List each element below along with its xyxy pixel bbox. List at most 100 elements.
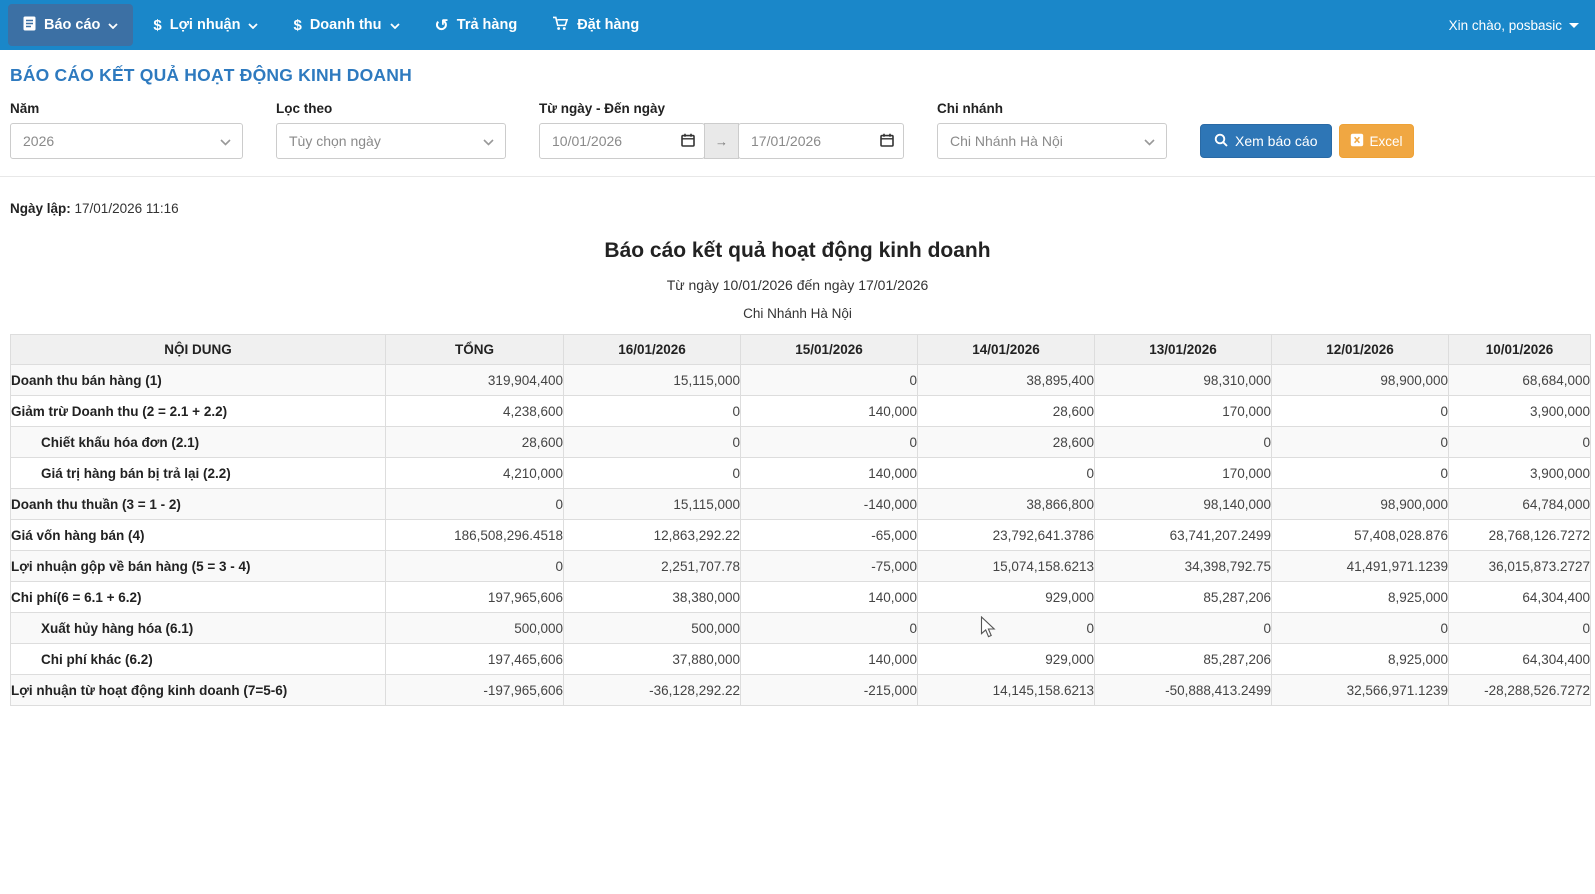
cell-value: 0 xyxy=(741,365,918,396)
cell-value: 0 xyxy=(1095,427,1272,458)
cell-value: 170,000 xyxy=(1095,396,1272,427)
year-label: Năm xyxy=(10,101,243,116)
column-header: 13/01/2026 xyxy=(1095,335,1272,365)
nav-item-label: Lợi nhuận xyxy=(170,17,241,33)
year-select-value: 2026 xyxy=(23,133,54,149)
table-row: Doanh thu thuần (3 = 1 - 2)015,115,000-1… xyxy=(11,489,1591,520)
cell-value: 0 xyxy=(918,613,1095,644)
caret-down-icon xyxy=(1569,23,1579,28)
row-label: Chi phí(6 = 6.1 + 6.2) xyxy=(11,582,386,613)
created-at-label: Ngày lập: xyxy=(10,201,71,216)
cell-value: 3,900,000 xyxy=(1449,458,1591,489)
navbar: Báo cáo $ Lợi nhuận $ Doanh thu ↺ Trả hà… xyxy=(0,0,1595,50)
from-date-input[interactable]: 10/01/2026 xyxy=(539,123,705,159)
user-menu[interactable]: Xin chào, posbasic xyxy=(1449,18,1579,33)
cell-value: -28,288,526.7272 xyxy=(1449,675,1591,706)
cell-value: 140,000 xyxy=(741,458,918,489)
column-header: NỘI DUNG xyxy=(11,335,386,365)
dollar-icon: $ xyxy=(153,18,161,33)
cell-value: 38,380,000 xyxy=(564,582,741,613)
cell-value: 3,900,000 xyxy=(1449,396,1591,427)
branch-label: Chi nhánh xyxy=(937,101,1167,116)
cell-value: 0 xyxy=(1449,427,1591,458)
table-row: Giá trị hàng bán bị trả lại (2.2)4,210,0… xyxy=(11,458,1591,489)
table-row: Doanh thu bán hàng (1)319,904,40015,115,… xyxy=(11,365,1591,396)
cell-value: 14,145,158.6213 xyxy=(918,675,1095,706)
filter-by-label: Lọc theo xyxy=(276,101,506,116)
cell-value: -50,888,413.2499 xyxy=(1095,675,1272,706)
cell-value: 0 xyxy=(564,458,741,489)
cell-value: 28,600 xyxy=(918,427,1095,458)
cell-value: 2,251,707.78 xyxy=(564,551,741,582)
row-label: Doanh thu bán hàng (1) xyxy=(11,365,386,396)
chevron-down-icon xyxy=(220,133,231,149)
view-report-button[interactable]: Xem báo cáo xyxy=(1200,124,1332,158)
cell-value: -75,000 xyxy=(741,551,918,582)
cell-value: 34,398,792.75 xyxy=(1095,551,1272,582)
branch-filter-group: Chi nhánh Chi Nhánh Hà Nội xyxy=(937,101,1167,159)
cell-value: 64,784,000 xyxy=(1449,489,1591,520)
column-header: 14/01/2026 xyxy=(918,335,1095,365)
cell-value: 0 xyxy=(741,427,918,458)
date-range-group: Từ ngày - Đến ngày 10/01/2026 → 17/01/20… xyxy=(539,101,904,159)
branch-select-value: Chi Nhánh Hà Nội xyxy=(950,133,1063,149)
cell-value: 12,863,292.22 xyxy=(564,520,741,551)
cell-value: 63,741,207.2499 xyxy=(1095,520,1272,551)
cell-value: 38,895,400 xyxy=(918,365,1095,396)
cell-value: 23,792,641.3786 xyxy=(918,520,1095,551)
row-label: Lợi nhuận gộp về bán hàng (5 = 3 - 4) xyxy=(11,551,386,582)
cell-value: 36,015,873.2727 xyxy=(1449,551,1591,582)
excel-export-button[interactable]: Excel xyxy=(1339,124,1414,158)
view-report-button-label: Xem báo cáo xyxy=(1235,133,1318,149)
filter-by-select[interactable]: Tùy chọn ngày xyxy=(276,123,506,159)
table-row: Lợi nhuận gộp về bán hàng (5 = 3 - 4)02,… xyxy=(11,551,1591,582)
nav-item-dat-hang[interactable]: Đặt hàng xyxy=(537,4,654,46)
page-title: BÁO CÁO KẾT QUẢ HOẠT ĐỘNG KINH DOANH xyxy=(0,50,1595,86)
excel-export-button-label: Excel xyxy=(1370,134,1403,149)
chevron-down-icon xyxy=(248,17,258,33)
nav-item-tra-hang[interactable]: ↺ Trả hàng xyxy=(420,4,533,46)
cell-value: -36,128,292.22 xyxy=(564,675,741,706)
year-select[interactable]: 2026 xyxy=(10,123,243,159)
cell-value: 140,000 xyxy=(741,644,918,675)
cell-value: 32,566,971.1239 xyxy=(1272,675,1449,706)
cell-value: 0 xyxy=(918,458,1095,489)
cell-value: 0 xyxy=(1449,613,1591,644)
cell-value: 170,000 xyxy=(1095,458,1272,489)
branch-select[interactable]: Chi Nhánh Hà Nội xyxy=(937,123,1167,159)
cell-value: 0 xyxy=(1272,396,1449,427)
row-label: Lợi nhuận từ hoạt động kinh doanh (7=5-6… xyxy=(11,675,386,706)
dollar-icon: $ xyxy=(293,18,301,33)
date-range-arrow-button[interactable]: → xyxy=(704,123,739,159)
cell-value: 15,115,000 xyxy=(564,365,741,396)
cell-value: 68,684,000 xyxy=(1449,365,1591,396)
table-row: Chiết khấu hóa đơn (2.1)28,6000028,60000… xyxy=(11,427,1591,458)
row-label: Chi phí khác (6.2) xyxy=(11,644,386,675)
cell-value: 28,600 xyxy=(918,396,1095,427)
cell-value: 0 xyxy=(564,427,741,458)
nav-item-label: Trả hàng xyxy=(457,17,517,33)
report-date-range-subtitle: Từ ngày 10/01/2026 đến ngày 17/01/2026 xyxy=(0,277,1595,293)
cell-value: 0 xyxy=(386,551,564,582)
row-label: Xuất hủy hàng hóa (6.1) xyxy=(11,613,386,644)
chevron-down-icon xyxy=(108,17,118,33)
cell-value: 0 xyxy=(1272,613,1449,644)
calendar-icon[interactable] xyxy=(880,133,894,150)
nav-item-doanh-thu[interactable]: $ Doanh thu xyxy=(278,4,414,46)
table-row: Xuất hủy hàng hóa (6.1)500,000500,000000… xyxy=(11,613,1591,644)
calendar-icon[interactable] xyxy=(681,133,695,150)
excel-file-icon xyxy=(1350,133,1364,150)
cart-icon xyxy=(552,16,569,34)
date-range-label: Từ ngày - Đến ngày xyxy=(539,101,904,116)
to-date-input[interactable]: 17/01/2026 xyxy=(738,123,904,159)
row-label: Doanh thu thuần (3 = 1 - 2) xyxy=(11,489,386,520)
cell-value: 0 xyxy=(1272,427,1449,458)
nav-item-bao-cao[interactable]: Báo cáo xyxy=(8,4,133,46)
cell-value: 929,000 xyxy=(918,644,1095,675)
from-date-value: 10/01/2026 xyxy=(552,133,622,149)
search-icon xyxy=(1214,133,1228,150)
cell-value: 98,900,000 xyxy=(1272,365,1449,396)
cell-value: 0 xyxy=(1095,613,1272,644)
report-table-body: Doanh thu bán hàng (1)319,904,40015,115,… xyxy=(11,365,1591,706)
nav-item-loi-nhuan[interactable]: $ Lợi nhuận xyxy=(138,4,273,46)
